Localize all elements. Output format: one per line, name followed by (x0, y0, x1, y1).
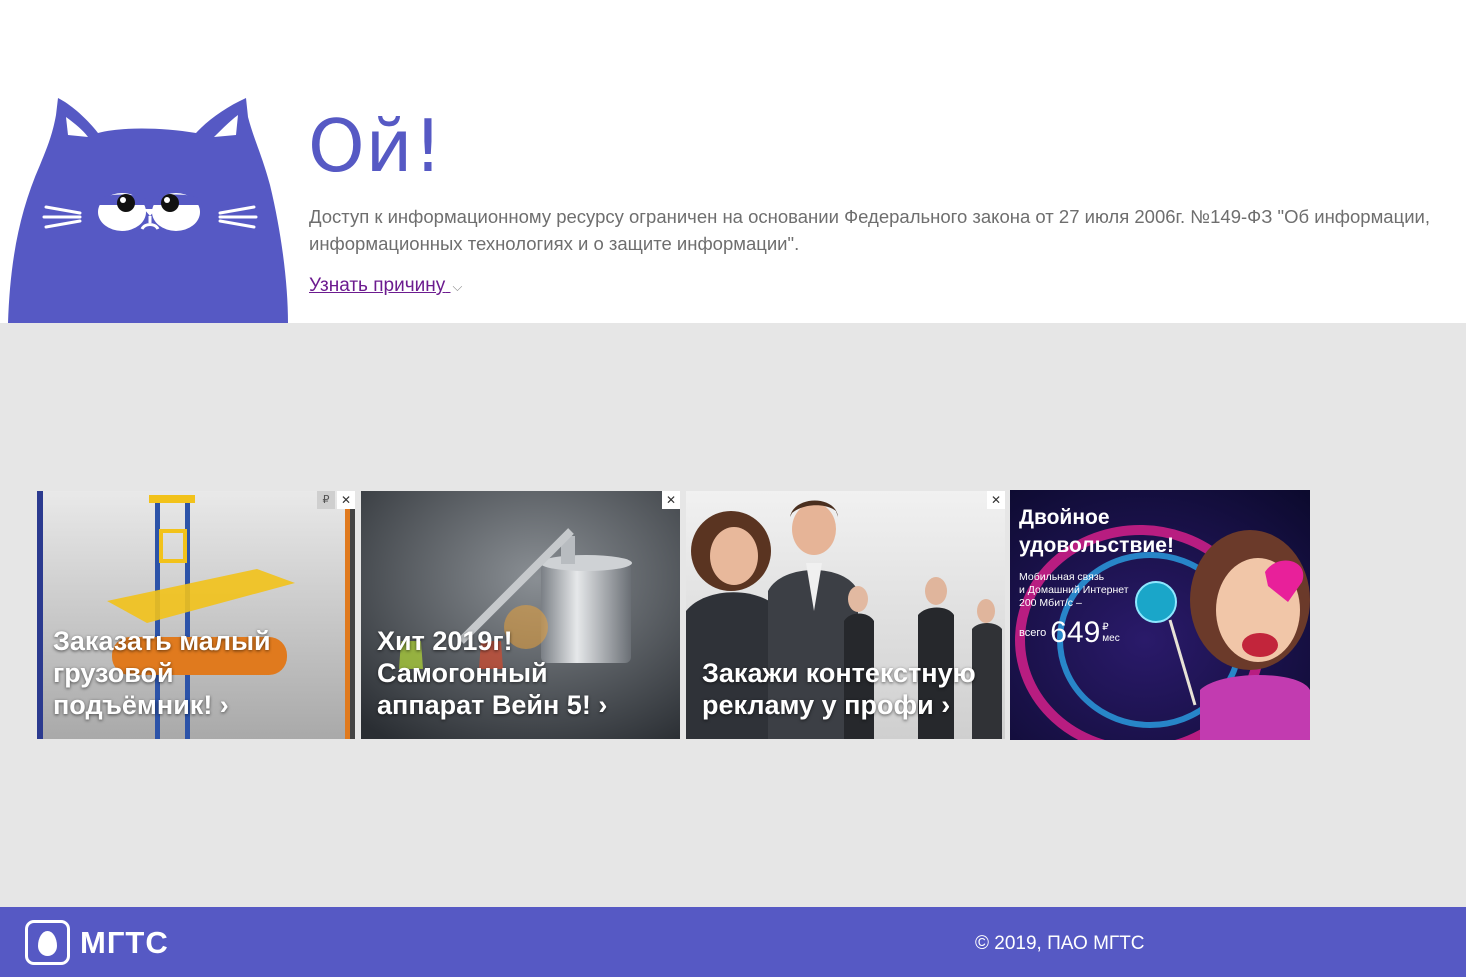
learn-reason-label: Узнать причину (309, 275, 446, 296)
ad-close-button[interactable]: ✕ (337, 491, 355, 509)
footer: МГТС © 2019, ПАО МГТС (0, 907, 1466, 977)
ad-close-button[interactable]: ✕ (662, 491, 680, 509)
ad-price: всего 649 ₽ мес (1019, 616, 1120, 649)
mgts-logo-icon[interactable] (25, 920, 70, 965)
page-title: Ой! (308, 104, 444, 188)
ad-caption: Закажи контекстную рекламу у профи › (702, 658, 976, 720)
learn-reason-link[interactable]: Узнать причину ⌵ (309, 275, 462, 297)
notice-section: Ой! Доступ к информационному ресурсу огр… (0, 0, 1466, 323)
ad-headline: Двойное удовольствие! (1019, 506, 1174, 557)
ad-banner-advertising[interactable]: ✕ Закажи контекстную рекламу у профи › (686, 491, 1005, 739)
sad-cat-illustration (8, 98, 288, 323)
brand-name[interactable]: МГТС (80, 925, 169, 961)
ad-subtext: Мобильная связь и Домашний Интернет 200 … (1019, 571, 1129, 609)
copyright: © 2019, ПАО МГТС (975, 933, 1145, 954)
ad-caption: Хит 2019г! Самогонный аппарат Вейн 5! › (377, 626, 608, 720)
ad-price-badge: ₽ (317, 491, 335, 509)
ad-banner-distiller[interactable]: ✕ Хит 2019г! Самогонный аппарат Вейн 5! … (361, 491, 680, 739)
ad-caption: Заказать малый грузовой подъёмник! › (53, 626, 271, 720)
restriction-message: Доступ к информационному ресурсу огранич… (309, 206, 1431, 254)
ad-banner-lift[interactable]: ₽ ✕ Заказать малый грузовой подъёмник! › (37, 491, 355, 739)
ad-close-button[interactable]: ✕ (987, 491, 1005, 509)
chevron-down-icon: ⌵ (452, 279, 463, 294)
ad-banner-mgts-tariff[interactable]: Двойное удовольствие! Мобильная связь и … (1010, 490, 1310, 740)
